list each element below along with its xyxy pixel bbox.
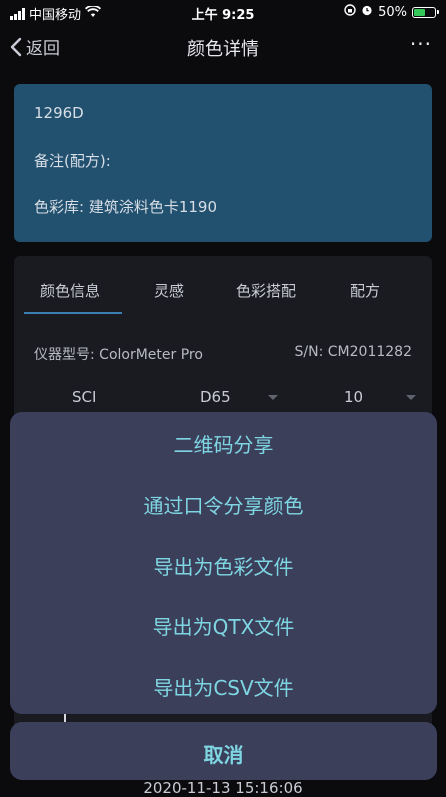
sn-label: S/N: bbox=[294, 344, 324, 360]
export-qtx-option[interactable]: 导出为QTX文件 bbox=[10, 611, 437, 640]
share-action-sheet: 二维码分享 通过口令分享颜色 导出为色彩文件 导出为QTX文件 导出为CSV文件 bbox=[10, 412, 437, 714]
background-divider bbox=[64, 714, 66, 722]
sn-value: CM2011282 bbox=[327, 344, 412, 360]
color-card: 1296D 备注(配方): 色彩库: 建筑涂料色卡1190 bbox=[14, 84, 432, 242]
cancel-button[interactable]: 取消 bbox=[10, 722, 437, 780]
battery-fill bbox=[414, 8, 425, 16]
device-model-value: ColorMeter Pro bbox=[99, 347, 203, 363]
more-icon[interactable]: ··· bbox=[410, 32, 432, 56]
battery-percent: 50% bbox=[378, 4, 407, 20]
page-title: 颜色详情 bbox=[187, 39, 259, 60]
alarm-icon bbox=[361, 4, 373, 20]
share-by-code-option[interactable]: 通过口令分享颜色 bbox=[10, 490, 437, 519]
tab-inspiration[interactable]: 灵感 bbox=[154, 280, 184, 301]
serial-number: S/N: CM2011282 bbox=[295, 344, 412, 360]
chevron-down-icon bbox=[406, 395, 416, 400]
observer-select[interactable]: 10 bbox=[344, 388, 363, 406]
cancel-label: 取消 bbox=[203, 743, 244, 767]
battery-charging-icon bbox=[412, 6, 439, 18]
export-color-file-option[interactable]: 导出为色彩文件 bbox=[10, 551, 437, 580]
library-label: 色彩库: 建筑涂料色卡1190 bbox=[34, 198, 217, 216]
active-tab-indicator bbox=[24, 312, 122, 314]
nav-bar: 返回 颜色详情 ··· bbox=[0, 26, 446, 70]
device-model-label: 仪器型号: bbox=[34, 347, 95, 363]
share-qrcode-option[interactable]: 二维码分享 bbox=[10, 429, 437, 458]
color-code: 1296D bbox=[34, 104, 84, 122]
tab-color-matching[interactable]: 色彩搭配 bbox=[236, 280, 296, 301]
note-label: 备注(配方): bbox=[34, 152, 111, 170]
mode-select[interactable]: SCI bbox=[72, 388, 96, 406]
export-csv-option[interactable]: 导出为CSV文件 bbox=[10, 672, 437, 701]
status-bar: 中国移动 上午 9:25 50% bbox=[0, 0, 446, 26]
timestamp-text: 2020-11-13 15:16:06 bbox=[143, 779, 303, 797]
status-right: 50% bbox=[344, 4, 439, 20]
tab-formula[interactable]: 配方 bbox=[350, 280, 380, 301]
orientation-lock-icon bbox=[344, 4, 356, 20]
illuminant-select[interactable]: D65 bbox=[200, 388, 231, 406]
info-tabs: 颜色信息 灵感 色彩搭配 配方 bbox=[14, 272, 432, 312]
tab-color-info[interactable]: 颜色信息 bbox=[40, 280, 100, 301]
device-row: 仪器型号: ColorMeter Pro S/N: CM2011282 bbox=[34, 344, 412, 364]
chevron-down-icon bbox=[268, 395, 278, 400]
